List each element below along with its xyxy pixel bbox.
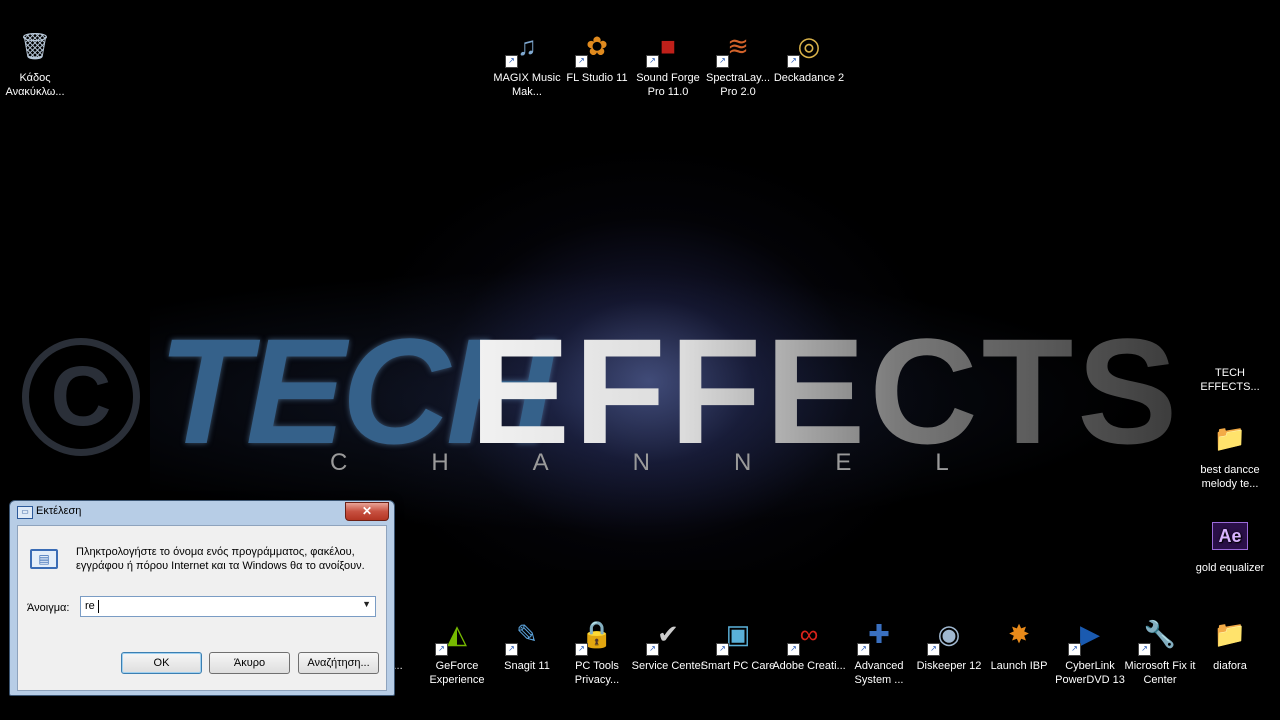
folder-icon: 📁: [1213, 423, 1247, 453]
desktop-icon-service-center[interactable]: ✔ ↗ Service Center: [630, 612, 706, 673]
after-effects-file-icon: Ae: [1208, 514, 1252, 558]
shortcut-arrow-icon: ↗: [787, 643, 800, 656]
desktop-icon-label: Microsoft Fix it Center: [1124, 660, 1196, 686]
desktop-icon-advanced-system[interactable]: ✚ ↗ Advanced System ...: [841, 612, 917, 687]
run-dialog[interactable]: ▭ Εκτέλεση ✕ ▤ Πληκτρολογήστε το όνομα ε…: [9, 500, 395, 696]
desktop-icon-fl-studio[interactable]: ✿ ↗ FL Studio 11: [559, 24, 635, 85]
desktop-icon-label: Diskeeper 12: [916, 660, 982, 672]
desktop-icon-launch-ibp[interactable]: ✸ Launch IBP: [981, 612, 1057, 673]
desktop-icon-smart-pc-care[interactable]: ▣ ↗ Smart PC Care: [700, 612, 776, 673]
browse-button[interactable]: Αναζήτηση...: [298, 652, 379, 674]
desktop-icon-label: best dancce melody te...: [1200, 464, 1260, 490]
shortcut-arrow-icon: ↗: [435, 643, 448, 656]
desktop-icon-geforce[interactable]: ◭ ↗ GeForce Experience: [419, 612, 495, 687]
open-combobox[interactable]: re ▼: [80, 596, 376, 617]
shortcut-arrow-icon: ↗: [927, 643, 940, 656]
shortcut-arrow-icon: ↗: [716, 55, 729, 68]
shortcut-arrow-icon: ↗: [505, 55, 518, 68]
desktop-icon-spectralayers[interactable]: ≋ ↗ SpectraLay... Pro 2.0: [700, 24, 776, 99]
desktop-icon-label: Deckadance 2: [773, 72, 845, 84]
magix-icon: ♫ ↗: [505, 24, 549, 68]
desktop-icon-label: MAGIX Music Mak...: [493, 72, 561, 98]
desktop-icon-label: Adobe Creati...: [772, 660, 846, 672]
desktop-icon-adobe-creative[interactable]: ∞ ↗ Adobe Creati...: [771, 612, 847, 673]
ok-button[interactable]: OK: [121, 652, 202, 674]
desktop-icon-diskeeper[interactable]: ◉ ↗ Diskeeper 12: [911, 612, 987, 673]
shortcut-arrow-icon: ↗: [716, 643, 729, 656]
desktop-icon-label: FL Studio 11: [566, 72, 628, 84]
shortcut-arrow-icon: ↗: [857, 643, 870, 656]
folder-icon: 📁: [1213, 619, 1247, 649]
desktop-icon-gold-equalizer[interactable]: Ae gold equalizer: [1192, 514, 1268, 575]
desktop-icon-label: Service Center: [631, 660, 705, 672]
smart-pc-care-icon: ▣ ↗: [716, 612, 760, 656]
cancel-button[interactable]: Άκυρο: [209, 652, 290, 674]
shortcut-arrow-icon: ↗: [575, 55, 588, 68]
advanced-system-care-icon: ✚ ↗: [857, 612, 901, 656]
desktop-icon-label: TECH EFFECTS...: [1200, 367, 1260, 393]
desktop-icon-label: gold equalizer: [1195, 562, 1265, 574]
geforce-icon: ◭ ↗: [435, 612, 479, 656]
text-caret: [98, 600, 99, 613]
fix-it-icon: 🔧 ↗: [1138, 612, 1182, 656]
desktop-icon-label: Launch IBP: [990, 660, 1048, 672]
wallpaper-logo-effects: EFFECTS: [470, 307, 1182, 475]
snagit-icon: ✎ ↗: [505, 612, 549, 656]
sound-forge-icon: ■ ↗: [646, 24, 690, 68]
open-input[interactable]: re: [85, 600, 95, 612]
shortcut-arrow-icon: ↗: [575, 643, 588, 656]
run-dialog-title: Εκτέλεση: [36, 505, 82, 517]
adobe-creative-cloud-icon: ∞ ↗: [787, 612, 831, 656]
desktop-icon-label: SpectraLay... Pro 2.0: [706, 72, 770, 98]
run-dialog-body: ▤ Πληκτρολογήστε το όνομα ενός προγράμμα…: [17, 525, 387, 691]
desktop-icon-deckadance[interactable]: ◎ ↗ Deckadance 2: [771, 24, 847, 85]
shortcut-arrow-icon: ↗: [1138, 643, 1151, 656]
desktop-icon-label: CyberLink PowerDVD 13: [1055, 660, 1125, 686]
desktop-icon-diafora[interactable]: 📁 diafora: [1192, 612, 1268, 673]
desktop-icon-tech-effects[interactable]: TECH EFFECTS...: [1192, 366, 1268, 394]
open-label: Άνοιγμα:: [27, 602, 70, 614]
chevron-down-icon[interactable]: ▼: [362, 599, 371, 609]
desktop-icon-recycle-bin[interactable]: 🗑 Κάδος Ανακύκλω...: [0, 24, 73, 99]
shortcut-arrow-icon: ↗: [646, 643, 659, 656]
desktop-icon-best-dance[interactable]: 📁 best dancce melody te...: [1192, 416, 1268, 491]
wallpaper-logo-channel: CHANNEL: [330, 449, 1033, 476]
run-program-icon: ▤: [30, 549, 58, 569]
desktop-icon-sound-forge[interactable]: ■ ↗ Sound Forge Pro 11.0: [630, 24, 706, 99]
recycle-bin-icon: 🗑: [18, 31, 52, 61]
desktop-icon-label: Snagit 11: [504, 660, 550, 672]
desktop-icon-pc-tools[interactable]: 🔒 ↗ PC Tools Privacy...: [559, 612, 635, 687]
desktop-icon-snagit[interactable]: ✎ ↗ Snagit 11: [489, 612, 565, 673]
desktop-icon-magix[interactable]: ♫ ↗ MAGIX Music Mak...: [489, 24, 565, 99]
desktop-icon-fixit[interactable]: 🔧 ↗ Microsoft Fix it Center: [1122, 612, 1198, 687]
desktop-icon-label: Advanced System ...: [854, 660, 904, 686]
shortcut-arrow-icon: ↗: [787, 55, 800, 68]
run-dialog-title-icon: ▭: [17, 506, 33, 519]
fl-studio-icon: ✿ ↗: [575, 24, 619, 68]
powerdvd-icon: ▶ ↗: [1068, 612, 1112, 656]
run-dialog-titlebar[interactable]: ▭ Εκτέλεση ✕: [10, 501, 394, 523]
service-center-icon: ✔ ↗: [646, 612, 690, 656]
diskeeper-icon: ◉ ↗: [927, 612, 971, 656]
pc-tools-icon: 🔒 ↗: [575, 612, 619, 656]
shortcut-arrow-icon: ↗: [505, 643, 518, 656]
desktop-icon-label: Smart PC Care: [700, 660, 776, 672]
desktop-icon-cyberlink[interactable]: ▶ ↗ CyberLink PowerDVD 13: [1052, 612, 1128, 687]
desktop-icon-label: GeForce Experience: [429, 660, 485, 686]
close-button[interactable]: ✕: [345, 502, 389, 521]
shortcut-arrow-icon: ↗: [1068, 643, 1081, 656]
desktop-icon-label: PC Tools Privacy...: [574, 660, 620, 686]
wallpaper-copyright-symbol: C: [22, 338, 140, 456]
deckadance-icon: ◎ ↗: [787, 24, 831, 68]
desktop-icon-label: diafora: [1213, 660, 1247, 672]
shortcut-arrow-icon: ↗: [646, 55, 659, 68]
launch-ibp-icon: ✸: [1008, 619, 1030, 649]
spectralayers-icon: ≋ ↗: [716, 24, 760, 68]
desktop-icon-label: Κάδος Ανακύκλω...: [5, 72, 65, 98]
run-dialog-description: Πληκτρολογήστε το όνομα ενός προγράμματο…: [76, 546, 365, 572]
desktop-icon-label: Sound Forge Pro 11.0: [636, 72, 700, 98]
